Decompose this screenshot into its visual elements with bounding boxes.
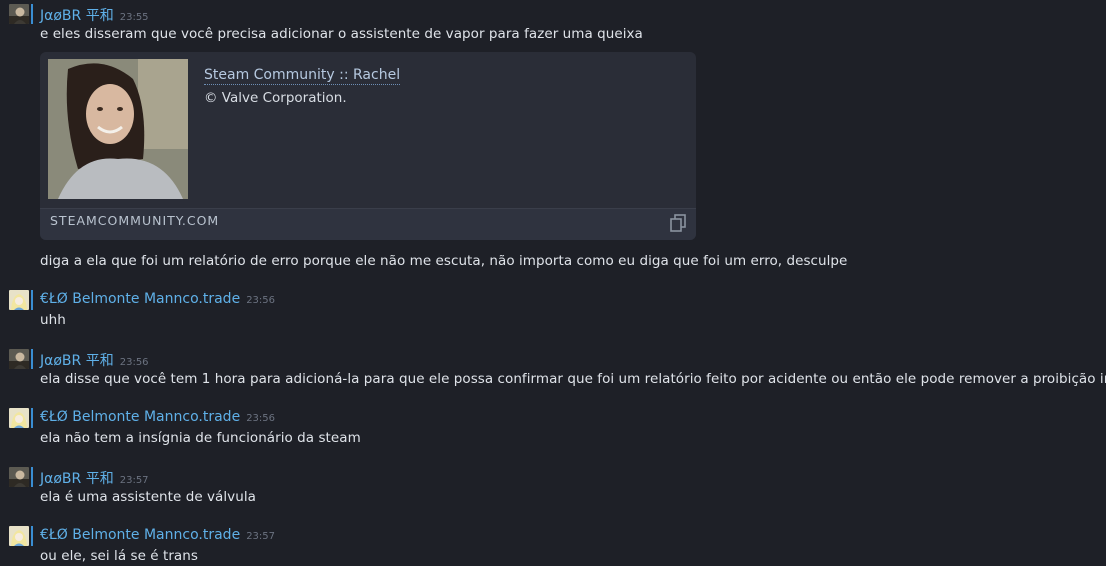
- accent-bar: [31, 408, 33, 428]
- user-avatar[interactable]: [9, 4, 29, 24]
- accent-bar: [31, 526, 33, 546]
- message-text: uhh: [40, 312, 66, 328]
- message-author[interactable]: JαøBR 平和 23:57: [40, 468, 149, 488]
- user-avatar[interactable]: [9, 290, 29, 310]
- user-avatar[interactable]: [9, 467, 29, 487]
- message-text: ela não tem a insígnia de funcionário da…: [40, 430, 361, 446]
- accent-bar: [31, 290, 33, 310]
- embed-title-link[interactable]: Steam Community :: Rachel: [204, 67, 401, 85]
- message-text: ou ele, sei lá se é trans: [40, 548, 198, 564]
- embed-domain[interactable]: STEAMCOMMUNITY.COM: [50, 213, 219, 228]
- message-timestamp: 23:57: [246, 531, 276, 542]
- accent-bar: [31, 349, 33, 369]
- user-avatar[interactable]: [9, 526, 29, 546]
- message-timestamp: 23:56: [119, 357, 149, 368]
- link-embed[interactable]: Steam Community :: Rachel © Valve Corpor…: [40, 52, 696, 240]
- user-avatar[interactable]: [9, 349, 29, 369]
- message-timestamp: 23:56: [246, 413, 276, 424]
- message-text: e eles disseram que você precisa adicion…: [40, 26, 643, 42]
- message-author[interactable]: JαøBR 平和 23:56: [40, 350, 149, 370]
- message-timestamp: 23:56: [246, 295, 276, 306]
- message-author[interactable]: JαøBR 平和 23:55: [40, 5, 149, 25]
- message-text: diga a ela que foi um relatório de erro …: [40, 253, 848, 269]
- message-timestamp: 23:55: [119, 12, 149, 23]
- message-author[interactable]: €ŁØ Belmonte Mannco.trade 23:56: [40, 291, 275, 307]
- message-timestamp: 23:57: [119, 475, 149, 486]
- embed-footer: STEAMCOMMUNITY.COM: [40, 208, 696, 240]
- accent-bar: [31, 4, 33, 24]
- embed-thumbnail[interactable]: [48, 59, 188, 199]
- user-avatar[interactable]: [9, 408, 29, 428]
- message-text: ela disse que você tem 1 hora para adici…: [40, 371, 1106, 387]
- message-author[interactable]: €ŁØ Belmonte Mannco.trade 23:57: [40, 527, 275, 543]
- embed-subtitle: © Valve Corporation.: [204, 90, 347, 106]
- message-author[interactable]: €ŁØ Belmonte Mannco.trade 23:56: [40, 409, 275, 425]
- copy-icon[interactable]: [668, 213, 688, 233]
- accent-bar: [31, 467, 33, 487]
- message-text: ela é uma assistente de válvula: [40, 489, 256, 505]
